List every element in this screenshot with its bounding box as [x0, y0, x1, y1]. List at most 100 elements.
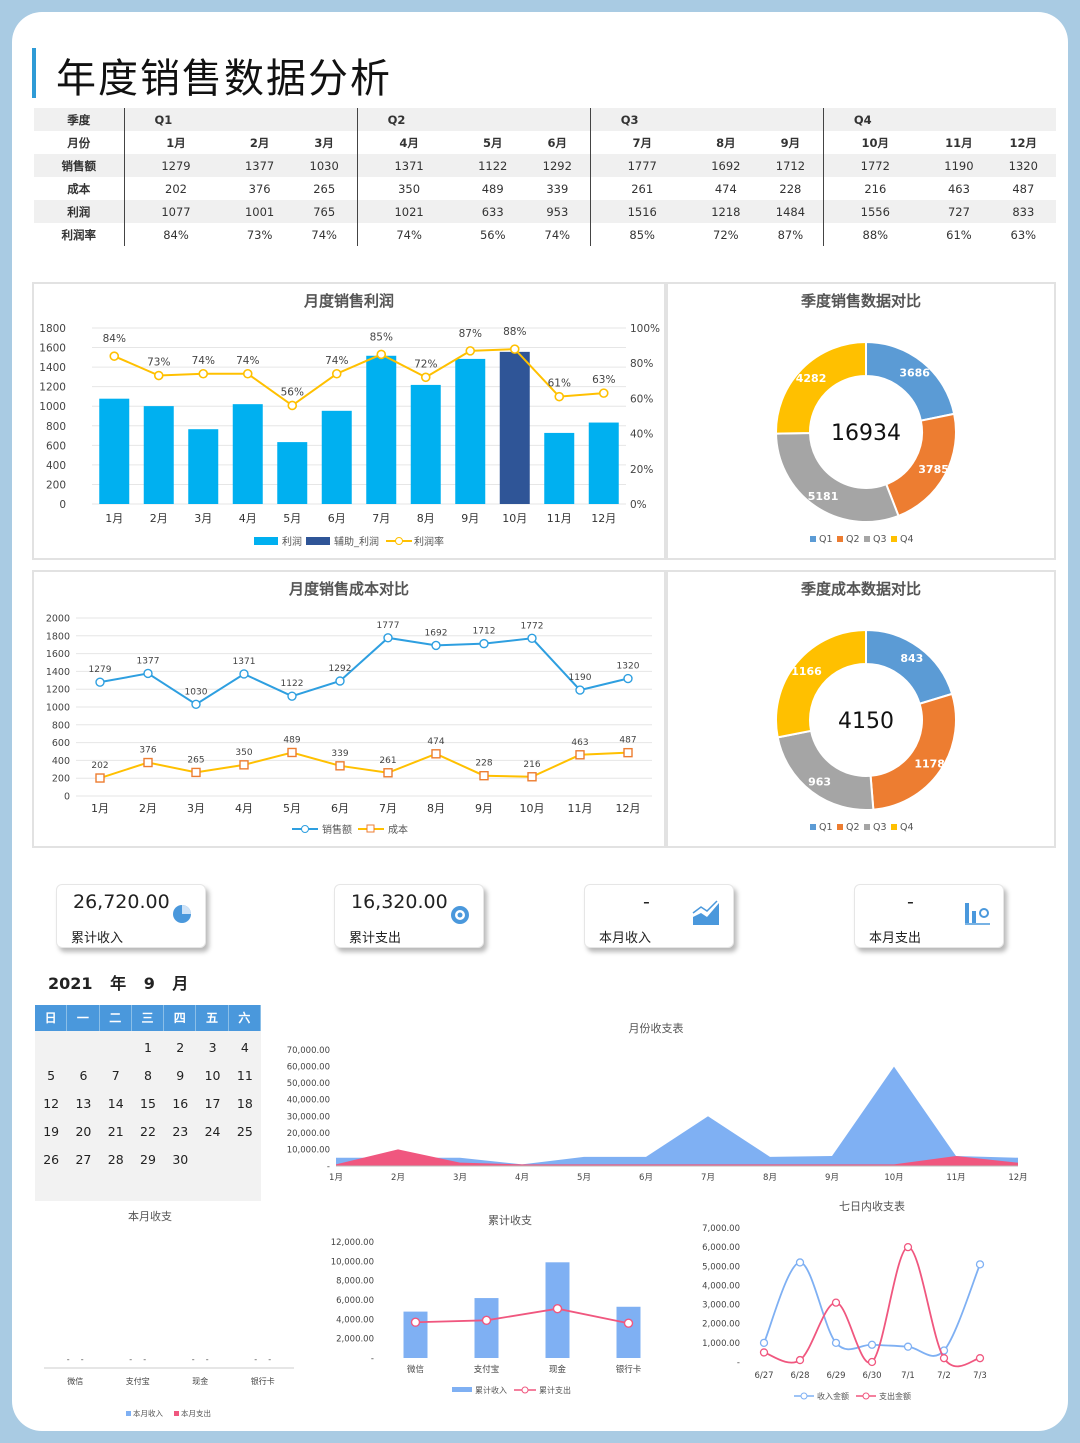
cost-point — [143, 757, 153, 768]
page-title: 年度销售数据分析 — [56, 56, 392, 102]
y-tick-label: 1200 — [46, 685, 70, 696]
legend-swatch-q2 — [837, 536, 843, 542]
calendar-day[interactable]: 3 — [196, 1034, 228, 1062]
rate-point — [287, 400, 298, 411]
calendar-day[interactable]: 13 — [67, 1090, 99, 1118]
sales-value-label: 1777 — [377, 621, 400, 631]
legend-helper-swatch — [306, 537, 330, 545]
profit-bar — [143, 406, 174, 504]
calendar-day[interactable]: 18 — [229, 1090, 261, 1118]
calendar-day[interactable]: 21 — [100, 1118, 132, 1146]
calendar-day[interactable]: 24 — [196, 1118, 228, 1146]
month-income-card: - 本月收入 — [584, 884, 734, 948]
calendar-day[interactable]: 7 — [100, 1062, 132, 1090]
calendar-day[interactable]: 8 — [132, 1062, 164, 1090]
x-tick-label: 7/3 — [973, 1371, 987, 1381]
rate-point — [153, 370, 164, 381]
calendar-day[interactable]: 22 — [132, 1118, 164, 1146]
calendar-year-unit: 年 — [110, 974, 127, 993]
monthly-profit-panel: 月度销售利润 0 200 400 600 800 1000 1200 1400 1600 1800… — [32, 282, 666, 560]
calendar-day[interactable]: 15 — [132, 1090, 164, 1118]
income-bar — [616, 1306, 641, 1358]
legend-income-label: 收入金额 — [817, 1391, 849, 1401]
table-profit-row-cell: 1556 — [822, 200, 927, 223]
calendar-day[interactable]: 9 — [164, 1062, 196, 1090]
calendar-day[interactable]: 28 — [100, 1146, 132, 1174]
y2-tick-label: 0% — [630, 499, 647, 511]
y-tick-label: 20,000.00 — [287, 1129, 330, 1139]
income-point — [795, 1258, 805, 1267]
table-quarter-row: 季度 Q1 Q2 Q3 Q4 — [34, 108, 1056, 131]
monthly-income-expense-chart: 月份收支表 - 10,000.00 20,000.00 30,000.00 40,000.… — [287, 1021, 1028, 1194]
x-tick-label: 6月 — [331, 802, 349, 815]
y2-tick-label: 100% — [630, 323, 660, 335]
expense-point — [867, 1357, 877, 1367]
y-tick-label: 10,000.00 — [331, 1257, 374, 1267]
calendar-day[interactable]: 16 — [164, 1090, 196, 1118]
y-tick-label: 1600 — [46, 649, 70, 660]
calendar-day[interactable]: 1 — [132, 1034, 164, 1062]
calendar-day[interactable]: 19 — [35, 1118, 67, 1146]
calendar-day[interactable]: 10 — [196, 1062, 228, 1090]
table-quarter-row-cell: Q2 — [356, 108, 461, 131]
calendar-day[interactable]: 23 — [164, 1118, 196, 1146]
table-margin-row-cell: 72% — [713, 227, 739, 242]
cost-point — [575, 750, 585, 760]
x-tick-label: 支付宝 — [126, 1376, 150, 1386]
y-tick-label: 2,000.00 — [702, 1320, 740, 1330]
x-tick-label: 12月 — [591, 512, 616, 525]
calendar-day[interactable]: 27 — [67, 1146, 99, 1174]
calendar-day[interactable]: 17 — [196, 1090, 228, 1118]
calendar-heading: 2021 年 9 月 — [48, 970, 188, 994]
legend-income-label: 收入金额 — [619, 1193, 651, 1194]
rate-point — [465, 346, 476, 356]
rate-label: 73% — [147, 357, 170, 369]
donut-value-label: 5181 — [808, 490, 839, 503]
y-tick-label: 1800 — [39, 323, 66, 335]
calendar-day[interactable]: 30 — [164, 1146, 196, 1174]
calendar-day[interactable]: 26 — [35, 1146, 67, 1174]
calendar-day[interactable]: 14 — [100, 1090, 132, 1118]
table-margin-row-cell: 61% — [946, 227, 972, 242]
cost-value-label: 202 — [91, 761, 108, 771]
legend-rate-label: 利润率 — [414, 535, 444, 548]
calendar-day[interactable]: 20 — [67, 1118, 99, 1146]
calendar-day[interactable]: 11 — [229, 1062, 261, 1090]
table-cost-row-cell: 228 — [779, 181, 802, 196]
x-tick-label: 10月 — [520, 802, 545, 815]
expense-point — [552, 1303, 563, 1314]
table-cost-row-cell: 474 — [714, 181, 737, 196]
sales-point — [575, 685, 585, 695]
legend-sales-label: 销售额 — [322, 823, 352, 836]
calendar-day[interactable]: 5 — [35, 1062, 67, 1090]
x-tick-label: 6/29 — [826, 1371, 845, 1381]
profit-bar — [99, 398, 130, 504]
table-sales-row-cell: 1320 — [991, 154, 1056, 177]
y-tick-label: - — [737, 1358, 740, 1368]
calendar-day[interactable]: 2 — [164, 1034, 196, 1062]
income-value-label: - — [129, 1355, 132, 1364]
calendar-day[interactable]: 6 — [67, 1062, 99, 1090]
table-quarter-row-cell — [991, 108, 1056, 131]
y2-tick-label: 20% — [630, 464, 653, 476]
calendar-day[interactable]: 12 — [35, 1090, 67, 1118]
calendar-day-grid: 1 2 3 4 5 6 7 8 9 10 11 12 13 14 15 16 17 18 19 20 21 22 23 24 2… — [35, 1031, 261, 1174]
cost-value-label: 228 — [475, 759, 492, 769]
legend-income-swatch — [452, 1387, 472, 1392]
y-tick-label: 10,000.00 — [287, 1145, 330, 1155]
calendar-day[interactable]: 25 — [229, 1118, 261, 1146]
donut-value-label: 1178 — [914, 757, 945, 770]
cost-point — [191, 767, 201, 778]
x-tick-label: 3月 — [187, 802, 205, 815]
income-value-label: - — [254, 1355, 257, 1364]
table-margin-row-cell: 56% — [479, 227, 506, 242]
rate-point — [242, 368, 253, 379]
donut-value-label: 843 — [900, 652, 923, 665]
table-quarter-row-cell — [926, 108, 992, 131]
calendar-day[interactable]: 29 — [132, 1146, 164, 1174]
table-month-row-cell: 10月 — [822, 131, 927, 154]
profit-bar — [366, 355, 397, 504]
x-tick-label: 微信 — [67, 1376, 83, 1386]
calendar-day[interactable]: 4 — [229, 1034, 261, 1062]
y2-tick-label: 80% — [630, 358, 653, 370]
